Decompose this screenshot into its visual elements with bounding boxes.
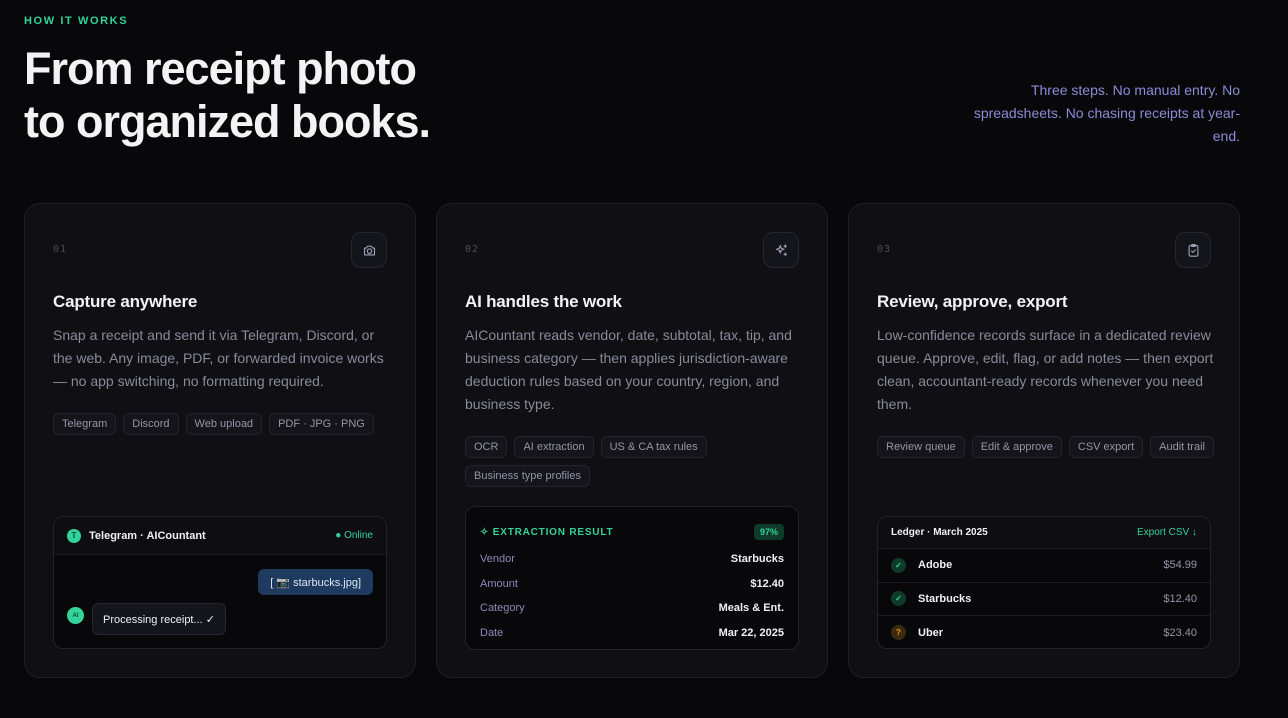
- approved-check-icon: ✓: [891, 557, 906, 573]
- page-title: From receipt photo to organized books.: [24, 42, 431, 148]
- tag: Review queue: [877, 436, 965, 458]
- tag: Telegram: [53, 413, 117, 435]
- extraction-label: ✧ EXTRACTION RESULT: [480, 526, 614, 538]
- field-value: Mar 22, 2025: [718, 626, 784, 639]
- headline-line-2: to organized books.: [24, 96, 431, 147]
- outgoing-message: [ 📷 starbucks.jpg]: [258, 569, 373, 595]
- field-key: Date: [480, 626, 504, 639]
- needs-review-icon: ?: [891, 625, 906, 641]
- extraction-result-panel: ✧ EXTRACTION RESULT 97% Vendor Starbucks…: [465, 506, 799, 650]
- tag: PDF · JPG · PNG: [269, 413, 374, 435]
- tag-list: Review queue Edit & approve CSV export A…: [877, 436, 1217, 458]
- card-title: Capture anywhere: [53, 292, 198, 311]
- field-key: Vendor: [480, 553, 515, 566]
- confidence-badge: 97%: [753, 524, 784, 540]
- ledger-row: ✓ Starbucks $12.40: [878, 583, 1210, 616]
- field-value: Meals & Ent.: [718, 602, 784, 615]
- extraction-row: Category Meals & Ent.: [480, 596, 784, 621]
- sparkles-icon: [763, 232, 799, 268]
- subhead: Three steps. No manual entry. No spreads…: [973, 82, 1240, 144]
- telegram-chat-preview: T Telegram · AICountant ● Online [ 📷 sta…: [53, 516, 387, 649]
- card-description: Snap a receipt and send it via Telegram,…: [53, 327, 384, 389]
- step-number: 02: [465, 244, 480, 255]
- incoming-message: Processing receipt... ✓: [92, 603, 226, 635]
- extraction-header: ✧ EXTRACTION RESULT 97%: [480, 517, 784, 547]
- tag: Web upload: [185, 413, 263, 435]
- tag-list: OCR AI extraction US & CA tax rules Busi…: [465, 436, 805, 487]
- ledger-vendor: Uber: [918, 626, 944, 639]
- tag: OCR: [465, 436, 508, 458]
- ledger-preview: Ledger · March 2025 Export CSV ↓ ✓ Adobe…: [877, 516, 1211, 649]
- ledger-vendor: Starbucks: [918, 592, 972, 605]
- ledger-amount: $54.99: [1163, 559, 1197, 572]
- field-key: Category: [480, 602, 525, 615]
- field-value: $12.40: [750, 577, 784, 590]
- tag: CSV export: [1068, 436, 1144, 458]
- tag: US & CA tax rules: [600, 436, 707, 458]
- step-number: 03: [877, 244, 892, 255]
- approved-check-icon: ✓: [891, 591, 906, 607]
- avatar: T: [67, 528, 81, 543]
- step-card-capture: 01 Capture anywhere Snap a receipt and s…: [24, 203, 416, 678]
- card-title: Review, approve, export: [877, 292, 1068, 311]
- tag: AI extraction: [514, 436, 594, 458]
- tag: Discord: [123, 413, 179, 435]
- card-description: AICountant reads vendor, date, subtotal,…: [465, 327, 792, 412]
- headline-line-1: From receipt photo: [24, 43, 417, 94]
- step-card-review: 03 Review, approve, export Low-confidenc…: [848, 203, 1240, 678]
- extraction-row: Date Mar 22, 2025: [480, 621, 784, 646]
- chat-title: Telegram · AICountant: [89, 529, 206, 542]
- camera-icon: [351, 232, 387, 268]
- ledger-header: Ledger · March 2025 Export CSV ↓: [878, 517, 1210, 549]
- ai-avatar: AI: [67, 607, 84, 624]
- ledger-amount: $12.40: [1163, 592, 1197, 605]
- ledger-row: ? Uber $23.40: [878, 616, 1210, 648]
- export-csv-button[interactable]: Export CSV ↓: [1137, 527, 1197, 538]
- chat-header: T Telegram · AICountant ● Online: [54, 517, 386, 555]
- ledger-amount: $23.40: [1163, 626, 1197, 639]
- clipboard-check-icon: [1175, 232, 1211, 268]
- card-description: Low-confidence records surface in a dedi…: [877, 327, 1214, 412]
- step-number: 01: [53, 244, 68, 255]
- tag: Edit & approve: [971, 436, 1062, 458]
- card-title: AI handles the work: [465, 292, 622, 311]
- ledger-title: Ledger · March 2025: [891, 527, 988, 538]
- ledger-row: ✓ Adobe $54.99: [878, 549, 1210, 583]
- tag: Business type profiles: [465, 465, 590, 487]
- field-value: Starbucks: [730, 553, 784, 566]
- eyebrow-label: HOW IT WORKS: [24, 15, 129, 27]
- extraction-row: Amount $12.40: [480, 572, 784, 597]
- step-card-ai: 02 AI handles the work AICountant reads …: [436, 203, 828, 678]
- tag-list: Telegram Discord Web upload PDF · JPG · …: [53, 413, 393, 435]
- field-key: Amount: [480, 577, 518, 590]
- tag: Audit trail: [1150, 436, 1214, 458]
- online-status: ● Online: [335, 530, 373, 541]
- ledger-vendor: Adobe: [918, 559, 953, 572]
- extraction-row: Vendor Starbucks: [480, 547, 784, 572]
